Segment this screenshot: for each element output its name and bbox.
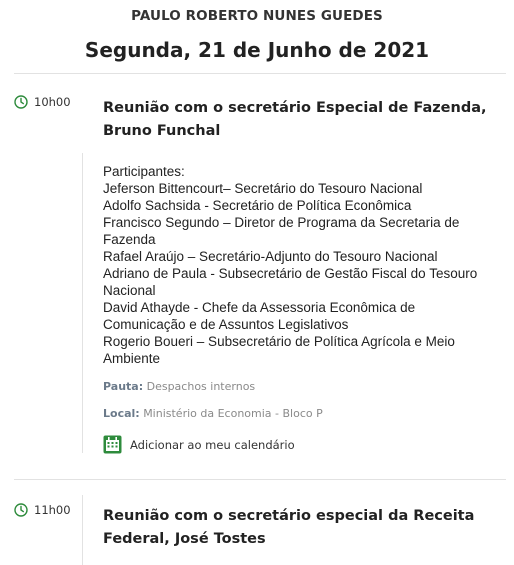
event-title[interactable]: Reunião com o secretário especial da Rec… — [103, 505, 498, 551]
event-time-label: 10h00 — [34, 95, 71, 109]
pauta-value: Despachos internos — [146, 380, 256, 393]
participant-line: Adolfo Sachsida - Secretário de Política… — [103, 198, 412, 213]
add-to-calendar-link[interactable]: Adicionar ao meu calendário — [103, 435, 295, 454]
participants-label: Participantes: — [103, 164, 185, 179]
calendar-icon — [103, 435, 122, 454]
clock-icon — [14, 503, 28, 517]
event-title-line: Federal, José Tostes — [103, 531, 266, 547]
pauta-label: Pauta: — [103, 380, 144, 393]
participant-line: David Athayde - Chefe da Assessoria Econ… — [103, 300, 416, 315]
event-pauta: Pauta: Despachos internos — [103, 380, 255, 393]
timeline-line — [82, 495, 83, 565]
participant-line: Fazenda — [103, 232, 156, 247]
clock-icon — [14, 95, 28, 109]
participant-line: Rogerio Boueri – Subsecretário de Políti… — [103, 334, 455, 349]
page-title: Segunda, 21 de Junho de 2021 — [84, 38, 430, 62]
participant-line: Ambiente — [103, 351, 161, 366]
separator — [14, 73, 506, 74]
event-description: Participantes: Jeferson Bittencourt– Sec… — [103, 163, 498, 367]
participant-line: Francisco Segundo – Diretor de Programa … — [103, 215, 460, 230]
event-local: Local: Ministério da Economia - Bloco P — [103, 407, 323, 420]
event-time: 10h00 — [14, 95, 71, 109]
event-title-line: Reunião com o secretário especial da Rec… — [103, 508, 475, 524]
timeline-line — [82, 153, 83, 453]
event-title-line: Reunião com o secretário Especial de Faz… — [103, 100, 487, 116]
add-to-calendar-label: Adicionar ao meu calendário — [130, 437, 295, 452]
participant-line: Jeferson Bittencourt– Secretário do Teso… — [103, 181, 423, 196]
event-time-label: 11h00 — [34, 503, 71, 517]
participant-line: Adriano de Paula - Subsecretário de Gest… — [103, 266, 478, 281]
participant-line: Comunicação e de Assuntos Legislativos — [103, 317, 349, 332]
participant-line: Nacional — [103, 283, 156, 298]
person-name: PAULO ROBERTO NUNES GUEDES — [131, 8, 383, 24]
event-title-line: Bruno Funchal — [103, 123, 221, 139]
separator — [14, 479, 506, 480]
participant-line: Rafael Araújo – Secretário-Adjunto do Te… — [103, 249, 438, 264]
event-time: 11h00 — [14, 503, 71, 517]
local-value: Ministério da Economia - Bloco P — [143, 407, 323, 420]
event-title[interactable]: Reunião com o secretário Especial de Faz… — [103, 97, 498, 143]
local-label: Local: — [103, 407, 140, 420]
